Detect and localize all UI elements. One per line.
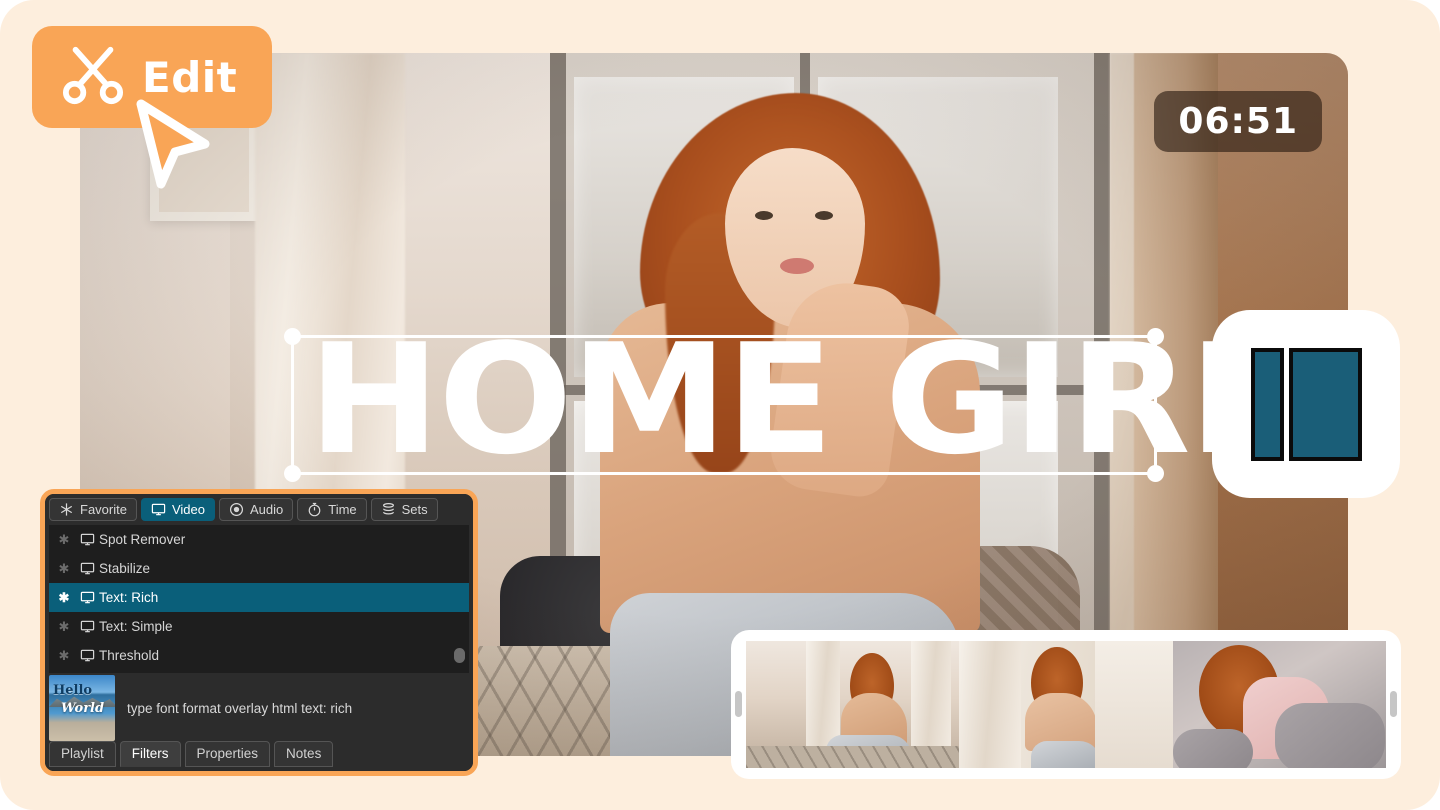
panel-tab-filters[interactable]: Filters <box>119 741 181 767</box>
panel-tab-playlist[interactable]: Playlist <box>49 741 116 767</box>
edit-badge-label: Edit <box>142 52 238 102</box>
filter-list-item-label: Spot Remover <box>99 531 186 547</box>
filter-tab-favorite[interactable]: Favorite <box>49 498 137 521</box>
strip-handle-right[interactable] <box>1390 691 1397 717</box>
resize-handle-bottom-left[interactable] <box>284 465 301 482</box>
filter-tab-time[interactable]: Time <box>297 498 367 521</box>
resize-handle-top-right[interactable] <box>1147 328 1164 345</box>
filter-description: type font format overlay html text: rich <box>127 701 353 716</box>
filter-preview-thumbnail: Hello World <box>49 675 115 741</box>
arrow-pointer-icon <box>131 96 215 192</box>
favorite-asterisk-icon[interactable]: ✱ <box>58 619 70 635</box>
clip-thumbnail-strip[interactable] <box>731 630 1401 779</box>
filter-list[interactable]: ✱ Spot Remover ✱ Stabilize ✱ Text: Rich ✱ Text:… <box>49 525 469 673</box>
filter-category-tabs: Favorite Video Audio Time Sets <box>45 494 473 523</box>
overlay-text-content: HOME GIRL <box>308 311 1289 488</box>
favorite-asterisk-icon[interactable]: ✱ <box>58 561 70 577</box>
list-item[interactable] <box>746 641 960 768</box>
logo-pane-large <box>1288 347 1362 461</box>
speaker-circle-icon <box>229 502 244 517</box>
filter-tab-audio[interactable]: Audio <box>218 498 294 521</box>
resize-handle-bottom-right[interactable] <box>1147 465 1164 482</box>
timecode-badge: 06:51 <box>1154 91 1322 152</box>
thumbnail-text-world: World <box>61 701 105 716</box>
filter-list-item-label: Text: Rich <box>99 589 159 605</box>
list-item[interactable] <box>1172 641 1386 768</box>
filter-list-item-label: Threshold <box>99 647 160 663</box>
logo-pane-small <box>1250 347 1284 461</box>
favorite-asterisk-icon[interactable]: ✱ <box>58 590 70 606</box>
filter-detail: Hello World type font format overlay htm… <box>45 673 473 741</box>
monitor-icon <box>80 561 95 576</box>
filters-panel: Favorite Video Audio Time Sets ✱ Spot Remover… <box>40 489 478 776</box>
timecode-value: 06:51 <box>1178 101 1298 142</box>
list-item[interactable] <box>959 641 1173 768</box>
filter-list-item[interactable]: ✱ Spot Remover <box>49 525 469 554</box>
filter-tab-sets[interactable]: Sets <box>370 498 438 521</box>
page-canvas: 06:51 HOME GIRL Edit Favorite Video Audi… <box>0 0 1440 810</box>
monitor-icon <box>80 590 95 605</box>
monitor-icon <box>80 532 95 547</box>
monitor-icon <box>151 502 166 517</box>
favorite-asterisk-icon[interactable]: ✱ <box>58 648 70 664</box>
strip-handle-left[interactable] <box>735 691 742 717</box>
filter-list-item[interactable]: ✱ Text: Rich <box>49 583 469 612</box>
layers-icon <box>381 502 396 517</box>
filter-list-scrollbar[interactable] <box>454 648 465 663</box>
filter-tab-label: Favorite <box>80 502 127 517</box>
panel-bottom-tabs: Playlist Filters Properties Notes <box>45 741 473 771</box>
filter-list-item-label: Stabilize <box>99 560 151 576</box>
thumbnail-text-hello: Hello <box>53 683 93 698</box>
monitor-icon <box>80 648 95 663</box>
favorite-asterisk-icon[interactable]: ✱ <box>58 532 70 548</box>
filter-tab-video[interactable]: Video <box>140 498 215 521</box>
filter-list-item[interactable]: ✱ Stabilize <box>49 554 469 583</box>
filter-list-item-label: Text: Simple <box>99 618 173 634</box>
filter-list-item[interactable]: ✱ Threshold <box>49 641 469 670</box>
panel-tab-notes[interactable]: Notes <box>274 741 334 767</box>
filter-tab-label: Time <box>328 502 357 517</box>
panel-tab-properties[interactable]: Properties <box>184 741 271 767</box>
scissors-icon <box>62 44 124 111</box>
filter-list-item[interactable]: ✱ Text: Simple <box>49 612 469 641</box>
filter-tab-label: Sets <box>401 502 428 517</box>
text-overlay-selection[interactable]: HOME GIRL <box>284 320 1289 482</box>
filter-tab-label: Video <box>171 502 205 517</box>
shotcut-logo-icon <box>1212 310 1400 498</box>
stopwatch-icon <box>307 502 322 517</box>
asterisk-icon <box>59 502 74 517</box>
monitor-icon <box>80 619 95 634</box>
filter-tab-label: Audio <box>249 502 284 517</box>
resize-handle-top-left[interactable] <box>284 328 301 345</box>
